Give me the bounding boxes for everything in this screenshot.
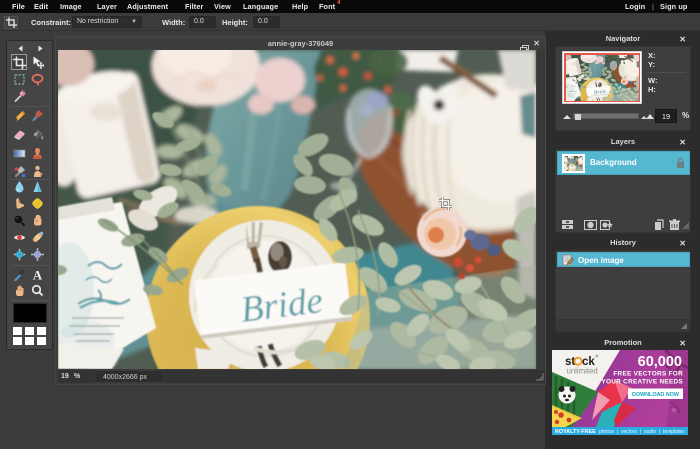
svg-text:60,000: 60,000 — [638, 354, 682, 370]
svg-text:DOWNLOAD NOW: DOWNLOAD NOW — [632, 392, 680, 398]
svg-text:ROYALTY-FREE: ROYALTY-FREE — [555, 429, 596, 435]
svg-text:A: A — [32, 268, 42, 281]
svg-text:YOUR CREATIVE NEEDS: YOUR CREATIVE NEEDS — [601, 379, 683, 386]
svg-text:photos | vectors | audio: photos | vectors | audio | templates — [599, 429, 685, 435]
svg-text:FREE VECTORS FOR: FREE VECTORS FOR — [613, 371, 683, 378]
svg-text:unlimited: unlimited — [567, 367, 598, 376]
svg-text:®: ® — [596, 354, 599, 359]
